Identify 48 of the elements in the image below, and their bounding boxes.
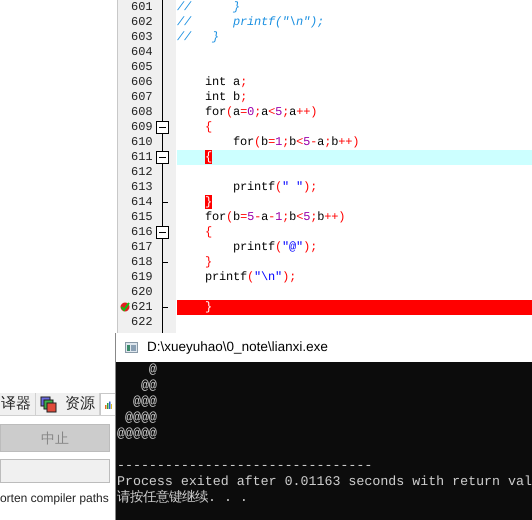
line-number: 610 xyxy=(130,135,153,150)
code-line: int a; xyxy=(204,75,248,90)
line-number: 605 xyxy=(130,60,153,75)
code-line: for(b=5-a-1;b<5;b++) xyxy=(204,210,346,225)
code-line: printf("@"); xyxy=(232,240,318,255)
console-output: @ @@ @@@ @@@@ @@@@@ -------------------------------- Process exited after 0.01163 seconds with return val 请按任意键继续. . . xyxy=(116,362,532,520)
line-number: 621 xyxy=(130,300,153,315)
line-number: 606 xyxy=(130,75,153,90)
fold-toggle-icon[interactable] xyxy=(156,121,169,134)
console-window-icon xyxy=(125,342,138,353)
code-line: for(b=1;b<5-a;b++) xyxy=(232,135,360,150)
code-line: { xyxy=(204,120,212,135)
stacked-squares-icon xyxy=(40,396,57,412)
code-line: int b; xyxy=(204,90,248,105)
line-number: 618 xyxy=(130,255,153,270)
code-comment: // } xyxy=(177,30,220,45)
fold-toggle-icon[interactable] xyxy=(156,226,169,239)
line-number: 609 xyxy=(130,120,153,135)
line-number: 601 xyxy=(130,0,153,15)
line-number: 612 xyxy=(130,165,153,180)
option-label: orten compiler paths xyxy=(0,490,110,507)
line-number: 620 xyxy=(130,285,153,300)
line-number: 619 xyxy=(130,270,153,285)
line-number: 616 xyxy=(130,225,153,240)
line-number: 611 xyxy=(130,150,153,165)
line-number: 615 xyxy=(130,210,153,225)
line-number: 622 xyxy=(130,315,153,330)
tab[interactable]: 译器 xyxy=(0,393,36,415)
code-comment: // } xyxy=(177,0,240,15)
line-number: 608 xyxy=(130,105,153,120)
input-field[interactable] xyxy=(0,459,110,483)
window-title: D:\xueyuhao\0_note\lianxi.exe xyxy=(147,338,328,356)
code-line: printf("\n"); xyxy=(204,270,296,285)
line-number: 614 xyxy=(130,195,153,210)
line-number: 602 xyxy=(130,15,153,30)
code-line: { xyxy=(204,225,212,240)
line-number: 617 xyxy=(130,240,153,255)
line-number: 603 xyxy=(130,30,153,45)
code-line: } xyxy=(204,300,212,315)
code-line: printf(" "); xyxy=(232,180,318,195)
line-number: 604 xyxy=(130,45,153,60)
line-number: 607 xyxy=(130,90,153,105)
line-number: 613 xyxy=(130,180,153,195)
fold-toggle-icon[interactable] xyxy=(156,151,169,164)
code-comment: // printf("\n"); xyxy=(177,15,324,30)
code-line: } xyxy=(204,255,212,270)
code-line: for(a=0;a<5;a++) xyxy=(204,105,318,120)
tab[interactable]: 资源 xyxy=(36,393,100,415)
